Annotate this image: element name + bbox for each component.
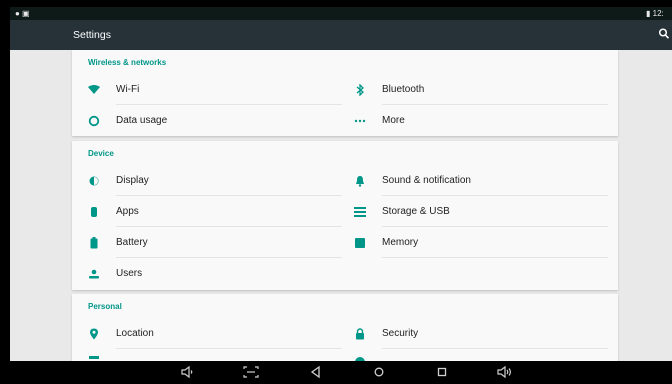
settings-content[interactable]: Wireless & networks Wi-Fi Bluetooth Data… bbox=[10, 50, 672, 361]
battery-icon bbox=[88, 237, 100, 249]
apps-icon bbox=[88, 206, 100, 218]
storage-icon bbox=[354, 206, 366, 218]
location-icon bbox=[88, 328, 100, 340]
setting-label: Apps bbox=[116, 206, 139, 217]
app-bar: Settings bbox=[10, 20, 672, 50]
navigation-bar bbox=[10, 361, 672, 383]
setting-label: Bluetooth bbox=[382, 84, 425, 95]
status-bar: ● ▣ ▮ 12: bbox=[10, 7, 672, 20]
status-left-icons: ● ▣ bbox=[15, 9, 30, 18]
setting-item-security[interactable]: Security bbox=[354, 319, 608, 349]
setting-item-memory[interactable]: Memory bbox=[354, 228, 608, 258]
display-icon bbox=[88, 175, 100, 187]
setting-label: Users bbox=[116, 268, 143, 279]
volume-down-icon[interactable] bbox=[180, 365, 196, 379]
personal-card: Personal Location Security bbox=[72, 294, 618, 361]
section-header-personal: Personal bbox=[88, 302, 122, 311]
settings-row-icon bbox=[354, 353, 366, 361]
setting-item-bluetooth[interactable]: Bluetooth bbox=[354, 75, 608, 105]
bell-icon bbox=[354, 175, 366, 187]
data-usage-icon bbox=[88, 115, 100, 127]
setting-item-partial-left[interactable] bbox=[88, 350, 342, 361]
setting-item-more[interactable]: More bbox=[354, 106, 608, 136]
device-card: Device Display Sound & notification Apps… bbox=[72, 141, 618, 290]
wifi-icon bbox=[88, 84, 100, 96]
setting-label: More bbox=[382, 115, 405, 126]
setting-label: Battery bbox=[116, 237, 148, 248]
setting-label: Security bbox=[382, 328, 419, 339]
bluetooth-icon bbox=[354, 84, 366, 96]
search-icon[interactable] bbox=[658, 27, 670, 41]
home-icon[interactable] bbox=[371, 365, 387, 379]
setting-item-apps[interactable]: Apps bbox=[88, 197, 342, 227]
setting-label: Wi-Fi bbox=[116, 84, 140, 95]
volume-up-icon[interactable] bbox=[497, 365, 513, 379]
setting-item-partial-right[interactable] bbox=[354, 350, 608, 361]
setting-label: Sound & notification bbox=[382, 175, 471, 186]
wireless-networks-card: Wireless & networks Wi-Fi Bluetooth Data… bbox=[72, 50, 618, 136]
page-title: Settings bbox=[73, 29, 111, 41]
back-icon[interactable] bbox=[308, 365, 324, 379]
users-icon bbox=[88, 268, 100, 280]
setting-item-data-usage[interactable]: Data usage bbox=[88, 106, 342, 136]
setting-label: Storage & USB bbox=[382, 206, 450, 217]
lock-icon bbox=[354, 328, 366, 340]
setting-label: Memory bbox=[382, 237, 419, 248]
setting-item-users[interactable]: Users bbox=[88, 259, 342, 289]
setting-item-wifi[interactable]: Wi-Fi bbox=[88, 75, 342, 105]
section-header-device: Device bbox=[88, 149, 114, 158]
setting-label: Location bbox=[116, 328, 154, 339]
settings-row-icon bbox=[88, 353, 100, 361]
setting-label: Display bbox=[116, 175, 149, 186]
setting-item-battery[interactable]: Battery bbox=[88, 228, 342, 258]
setting-item-storage[interactable]: Storage & USB bbox=[354, 197, 608, 227]
recents-icon[interactable] bbox=[434, 365, 450, 379]
setting-item-location[interactable]: Location bbox=[88, 319, 342, 349]
screenshot-icon[interactable] bbox=[243, 365, 259, 379]
setting-label: Data usage bbox=[116, 115, 168, 126]
setting-item-sound[interactable]: Sound & notification bbox=[354, 166, 608, 196]
section-header-wireless: Wireless & networks bbox=[88, 58, 167, 67]
memory-icon bbox=[354, 237, 366, 249]
more-icon bbox=[354, 115, 366, 127]
setting-item-display[interactable]: Display bbox=[88, 166, 342, 196]
status-clock: ▮ 12: bbox=[646, 9, 664, 18]
